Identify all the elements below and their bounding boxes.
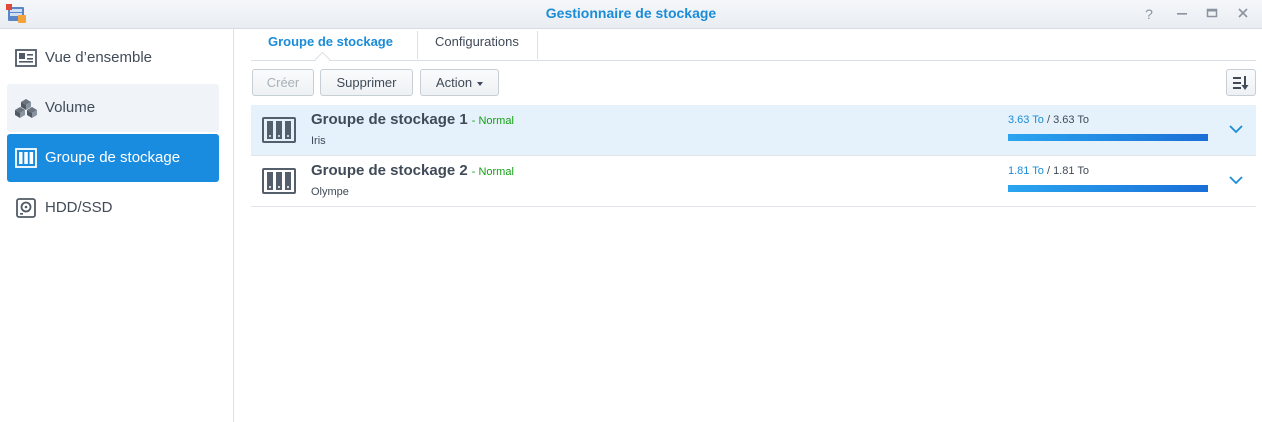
action-label: Action — [435, 75, 473, 90]
chevron-down-icon[interactable] — [1229, 173, 1243, 187]
window-title: Gestionnaire de stockage — [545, 5, 717, 21]
total-capacity: / 1.81 To — [1046, 165, 1089, 177]
sidebar-item-label: HDD/SSD — [45, 199, 113, 216]
status-badge: - Normal — [471, 115, 514, 127]
delete-button[interactable]: Supprimer — [320, 69, 413, 96]
pool-name: Groupe de stockage 2- Normal — [311, 162, 514, 179]
sidebar-item-label: Vue d’ensemble — [45, 49, 153, 66]
used-capacity: 3.63 To — [1008, 114, 1044, 126]
tab-divider — [537, 31, 538, 59]
sort-icon — [1233, 76, 1249, 90]
pool-usage: 1.81 To / 1.81 To — [1008, 165, 1089, 177]
storage-pool-icon — [262, 168, 296, 194]
sidebar-item-volume[interactable]: Volume — [7, 84, 219, 132]
sidebar-item-hdd-ssd[interactable]: HDD/SSD — [7, 184, 219, 232]
create-button[interactable]: Créer — [252, 69, 314, 96]
list-item[interactable]: Groupe de stockage 2- Normal Olympe 1.81… — [251, 156, 1256, 207]
tab-configurations[interactable]: Configurations — [435, 34, 519, 60]
storage-pool-list: Groupe de stockage 1- Normal Iris 3.63 T… — [251, 105, 1256, 207]
volume-cubes-icon — [15, 99, 37, 118]
pool-usage: 3.63 To / 3.63 To — [1008, 114, 1089, 126]
list-item[interactable]: Groupe de stockage 1- Normal Iris 3.63 T… — [251, 105, 1256, 156]
tab-divider — [417, 31, 418, 59]
overview-icon — [15, 49, 37, 67]
pool-description: Olympe — [311, 186, 349, 198]
status-badge: - Normal — [471, 166, 514, 178]
help-icon[interactable]: ? — [1139, 4, 1159, 24]
pool-name-text: Groupe de stockage 2 — [311, 162, 468, 179]
usage-bar — [1008, 134, 1208, 141]
usage-bar — [1008, 185, 1208, 192]
tab-storage-pool[interactable]: Groupe de stockage — [268, 34, 393, 60]
pool-name: Groupe de stockage 1- Normal — [311, 111, 514, 128]
sidebar-item-label: Groupe de stockage — [45, 149, 181, 166]
main-panel: Groupe de stockage Configurations Créer … — [251, 29, 1256, 422]
sidebar: Vue d’ensemble Volume Groupe de stockage — [0, 29, 234, 422]
sidebar-item-overview[interactable]: Vue d’ensemble — [7, 34, 219, 82]
title-bar: Gestionnaire de stockage ? — [0, 0, 1262, 29]
caret-down-icon — [477, 81, 484, 86]
pool-description: Iris — [311, 135, 326, 147]
usage-bar-fill — [1008, 185, 1208, 192]
pool-name-text: Groupe de stockage 1 — [311, 111, 468, 128]
action-dropdown-button[interactable]: Action — [420, 69, 499, 96]
minimize-icon[interactable] — [1172, 4, 1192, 24]
sidebar-item-label: Volume — [45, 99, 96, 116]
sort-button[interactable] — [1226, 69, 1256, 96]
maximize-icon[interactable] — [1202, 4, 1222, 24]
usage-bar-fill — [1008, 134, 1208, 141]
storage-pool-icon — [15, 148, 37, 168]
tab-bar: Groupe de stockage Configurations — [251, 29, 1256, 68]
disk-icon — [16, 198, 36, 218]
storage-pool-icon — [262, 117, 296, 143]
used-capacity: 1.81 To — [1008, 165, 1044, 177]
chevron-down-icon[interactable] — [1229, 122, 1243, 136]
sidebar-item-storage-pool[interactable]: Groupe de stockage — [7, 134, 219, 182]
close-icon[interactable] — [1233, 4, 1253, 24]
total-capacity: / 3.63 To — [1046, 114, 1089, 126]
